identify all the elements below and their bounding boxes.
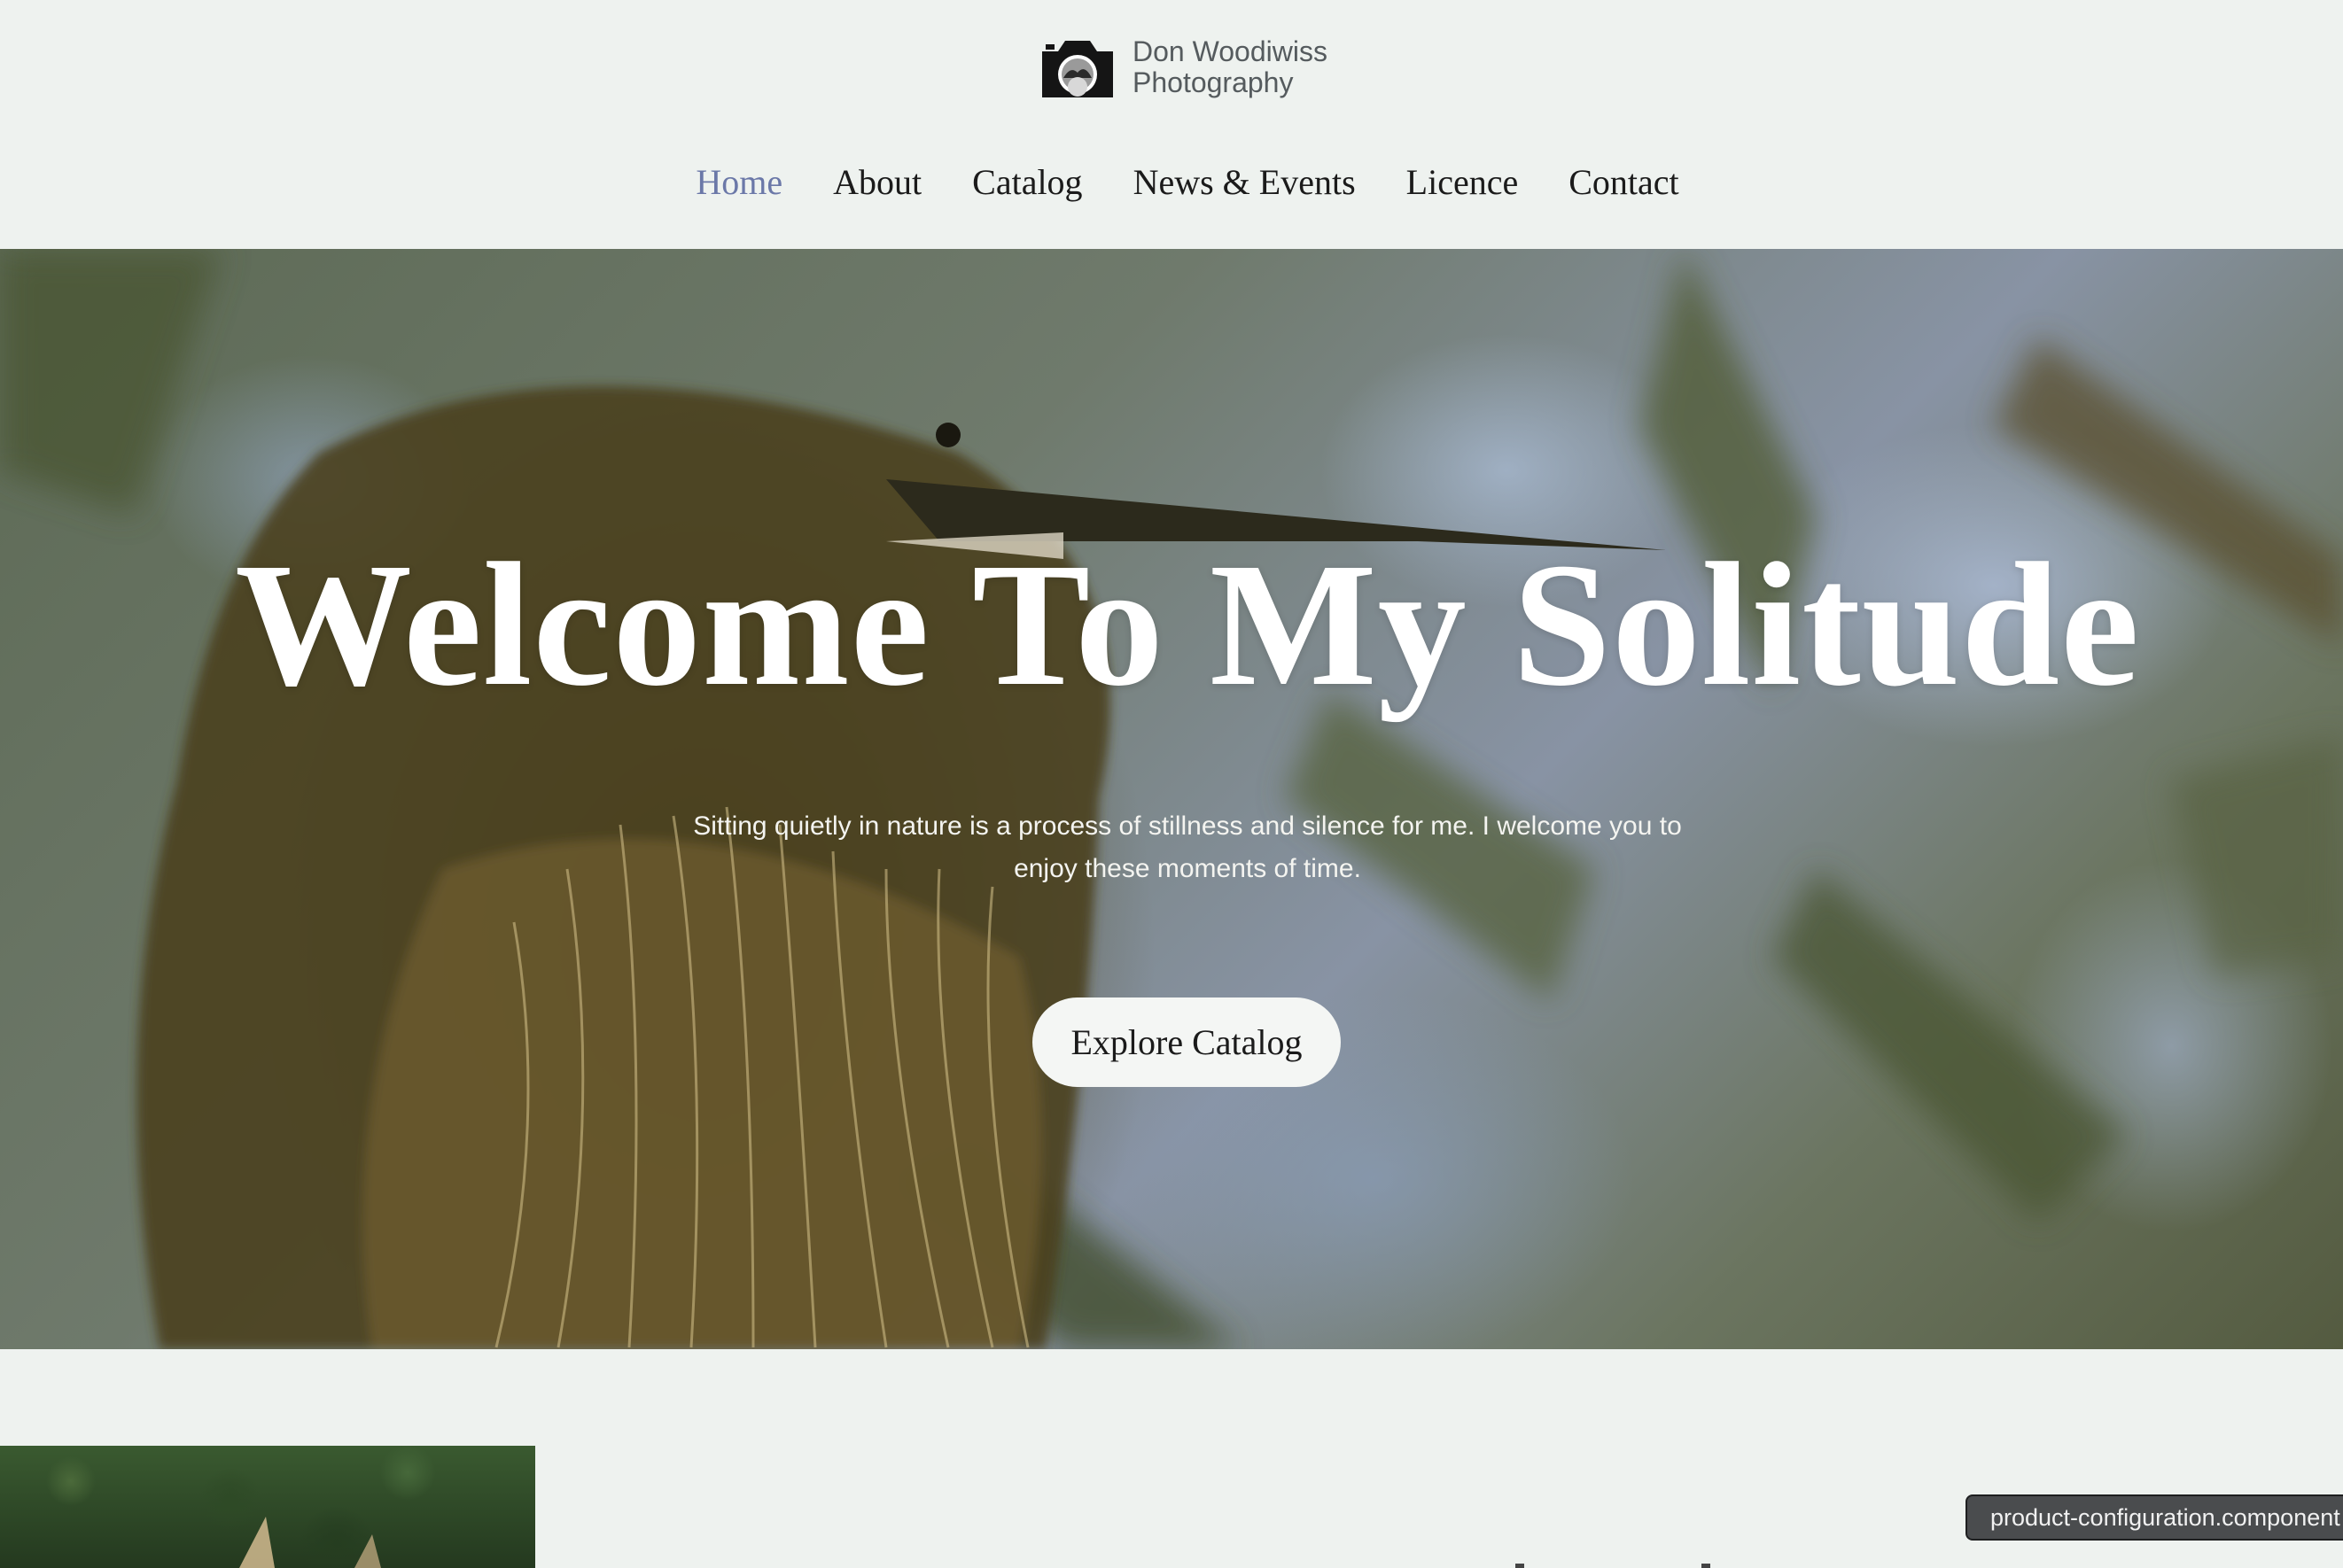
hero-title: Welcome To My Solitude xyxy=(235,527,2140,723)
nav-item-catalog[interactable]: Catalog xyxy=(972,161,1082,203)
camera-icon xyxy=(1042,41,1113,97)
brand-line-1: Don Woodiwiss xyxy=(1133,35,1327,67)
hero-subtitle: Sitting quietly in nature is a process o… xyxy=(693,811,1682,883)
hero-background-image xyxy=(0,249,2343,1349)
hero-section: Welcome To My Solitude Sitting quietly i… xyxy=(0,249,2343,1349)
nav-item-about[interactable]: About xyxy=(833,161,922,203)
explore-catalog-button[interactable]: Explore Catalog xyxy=(1032,997,1341,1087)
nav-item-contact[interactable]: Contact xyxy=(1568,161,1678,203)
section-heading-partial xyxy=(1515,1564,1710,1568)
brand-name: Don Woodiwiss Photography xyxy=(1133,36,1327,98)
main-nav: Home About Catalog News & Events Licence… xyxy=(0,161,2343,203)
nav-item-home[interactable]: Home xyxy=(696,161,782,203)
site-logo[interactable]: Don Woodiwiss Photography xyxy=(1037,32,1327,103)
dev-tooltip: product-configuration.component xyxy=(1965,1494,2343,1541)
nav-item-news-events[interactable]: News & Events xyxy=(1133,161,1356,203)
brand-line-2: Photography xyxy=(1133,66,1294,98)
featured-photo-image xyxy=(239,1517,381,1568)
site-header: Don Woodiwiss Photography Home About Cat… xyxy=(0,0,2343,249)
nav-item-licence[interactable]: Licence xyxy=(1406,161,1519,203)
featured-photo-thumbnail[interactable] xyxy=(0,1446,535,1568)
